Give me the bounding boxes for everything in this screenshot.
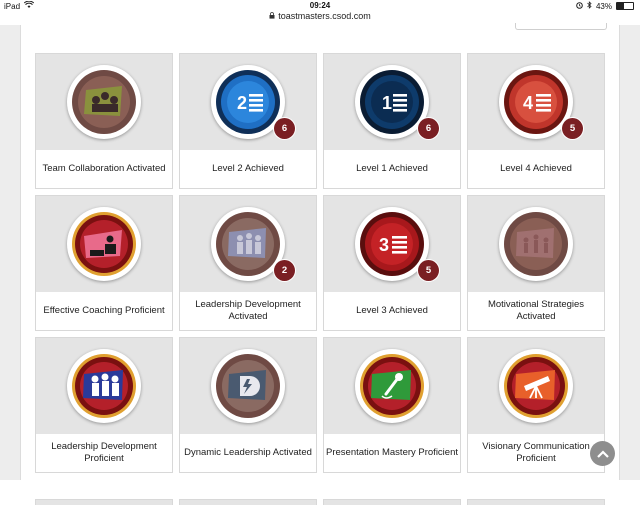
badge-image-area: 1 6 [324,54,460,150]
status-right: 43% [576,1,634,11]
scroll-to-top-button[interactable] [590,441,615,466]
badge-image-area [468,338,604,434]
badge-card-dynamic-leadership[interactable]: Dynamic Leadership Activated [179,337,317,473]
visionary-communication-badge-icon [499,349,573,423]
badge-card-level-2[interactable]: 2 6 Level 2 Achieved [179,53,317,189]
clock: 09:24 [309,1,331,10]
badge-card-team-collaboration[interactable]: Team Collaboration Activated [35,53,173,189]
lock-icon [269,11,275,21]
badge-label: Motivational Strategies Activated [487,299,585,322]
badge-label: Leadership Development Activated [195,299,301,322]
badge-image-area: 2 6 [180,54,316,150]
url-text: toastmasters.csod.com [278,11,371,21]
badge-label: Visionary Communication Proficient [482,441,590,464]
page-content: Team Collaboration Activated 2 6 Level 2… [0,23,640,505]
badge-card-effective-coaching[interactable]: Effective Coaching Proficient [35,195,173,331]
earned-count-badge: 2 [274,260,295,281]
badge-label: Leadership Development Proficient [51,441,157,464]
level-number: 2 [237,93,247,113]
badge-card-leadership-development-activated[interactable]: 2 Leadership Development Activated [179,195,317,331]
earned-count-badge: 5 [418,260,439,281]
badge-label: Effective Coaching Proficient [43,305,165,316]
badge-card-level-4[interactable]: 4 5 Level 4 Achieved [467,53,605,189]
badge-label: Level 4 Achieved [500,163,572,174]
earned-count-badge: 6 [418,118,439,139]
motivational-strategies-badge-icon [499,207,573,281]
right-gutter [619,25,640,480]
level-number: 3 [379,235,389,255]
badge-label: Dynamic Leadership Activated [184,447,312,458]
badge-label: Level 2 Achieved [212,163,284,174]
dynamic-leadership-badge-icon [211,349,285,423]
team-collaboration-badge-icon [67,65,141,139]
badge-label: Presentation Mastery Proficient [326,447,459,458]
next-row-edge [35,499,605,505]
battery-percent: 43% [595,1,612,11]
badge-image-area [36,196,172,292]
badge-card-motivational-strategies[interactable]: Motivational Strategies Activated [467,195,605,331]
badge-image-area: 2 [180,196,316,292]
partial-card [35,499,173,505]
badge-image-area [468,196,604,292]
battery-level [617,3,624,9]
badge-label: Team Collaboration Activated [42,163,166,174]
level-number: 4 [523,93,533,113]
badge-image-area [36,54,172,150]
status-bar: iPad 09:24 43% [0,0,640,11]
partial-card [179,499,317,505]
badge-image-area [324,338,460,434]
badge-label: Level 1 Achieved [356,163,428,174]
badge-image-area [180,338,316,434]
earned-count-badge: 5 [562,118,583,139]
effective-coaching-badge-icon [67,207,141,281]
partial-card [323,499,461,505]
badge-card-level-3[interactable]: 3 5 Level 3 Achieved [323,195,461,331]
alarm-icon [576,1,583,11]
badge-image-area: 4 5 [468,54,604,150]
top-dropdown-edge[interactable] [515,23,607,30]
badge-card-presentation-mastery[interactable]: Presentation Mastery Proficient [323,337,461,473]
left-gutter [0,25,21,480]
badge-label: Level 3 Achieved [356,305,428,316]
leadership-development-proficient-badge-icon [67,349,141,423]
level-number: 1 [382,93,392,113]
badge-card-leadership-development-proficient[interactable]: Leadership Development Proficient [35,337,173,473]
partial-card [467,499,605,505]
badge-card-visionary-communication[interactable]: Visionary Communication Proficient [467,337,605,473]
badge-image-area: 3 5 [324,196,460,292]
earned-count-badge: 6 [274,118,295,139]
badge-image-area [36,338,172,434]
presentation-mastery-badge-icon [355,349,429,423]
badge-card-level-1[interactable]: 1 6 Level 1 Achieved [323,53,461,189]
bluetooth-icon [587,1,592,11]
chevron-up-icon [596,445,609,463]
battery-icon [616,2,634,10]
